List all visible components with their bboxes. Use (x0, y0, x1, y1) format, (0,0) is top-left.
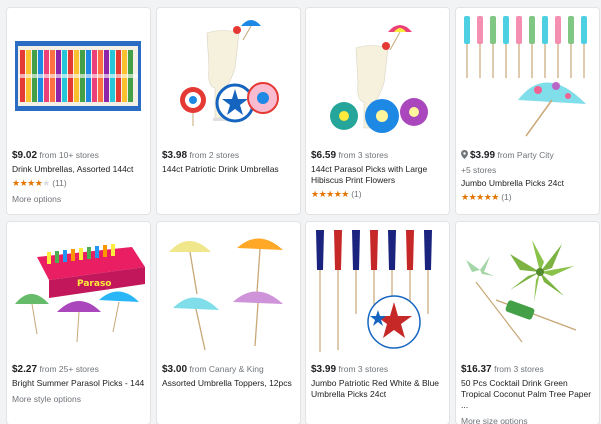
price: $6.59 (311, 150, 337, 161)
rating: ★★★★★ (11) (12, 177, 145, 189)
product-card[interactable]: $16.37 from 3 stores 50 Pcs Cocktail Dri… (456, 222, 599, 424)
product-image[interactable] (7, 8, 150, 143)
product-image[interactable] (306, 222, 449, 357)
rating: ★★★★★ (1) (311, 188, 444, 200)
price: $3.99 (311, 364, 337, 375)
product-card[interactable]: $6.59 from 3 stores 144ct Parasol Picks … (306, 8, 449, 214)
product-title[interactable]: Drink Umbrellas, Assorted 144ct (12, 164, 145, 175)
store-count[interactable]: +5 stores (461, 164, 594, 176)
store-count: from 25+ stores (39, 364, 99, 374)
product-card[interactable]: Paraso $2.27 from 25+ stores Bright Summ… (7, 222, 150, 424)
product-card[interactable]: $3.00 from Canary & King Assorted Umbrel… (157, 222, 300, 424)
location-pin-icon (461, 150, 468, 159)
price: $3.99 (470, 150, 496, 161)
product-title[interactable]: Jumbo Patriotic Red White & Blue Umbrell… (311, 378, 444, 400)
product-title[interactable]: 144ct Parasol Picks with Large Hibiscus … (311, 164, 444, 186)
product-title[interactable]: 50 Pcs Cocktail Drink Green Tropical Coc… (461, 378, 594, 411)
rating: ★★★★★ (1) (461, 191, 594, 203)
rating-count: (1) (501, 192, 512, 202)
more-options-link[interactable]: More style options (12, 393, 145, 405)
product-image[interactable] (157, 222, 300, 357)
product-title[interactable]: Jumbo Umbrella Picks 24ct (461, 178, 594, 189)
more-options-link[interactable]: More options (12, 193, 145, 205)
price: $3.00 (162, 364, 188, 375)
star-rating-icon: ★★★★★ (461, 192, 499, 202)
product-card[interactable]: $3.99 from Party City +5 stores Jumbo Um… (456, 8, 599, 214)
star-rating-icon: ★★★★★ (12, 178, 50, 188)
rating-count: (1) (351, 189, 362, 199)
product-image[interactable] (456, 8, 599, 143)
store-count: from 3 stores (494, 364, 544, 374)
product-title[interactable]: Bright Summer Parasol Picks - 144 (12, 378, 145, 389)
product-title[interactable]: 144ct Patriotic Drink Umbrellas (162, 164, 295, 175)
price: $16.37 (461, 364, 492, 375)
store-count: from 2 stores (189, 150, 240, 160)
product-image[interactable] (157, 8, 300, 143)
store-name: from Canary & King (189, 364, 264, 374)
store-count: from 3 stores (338, 150, 389, 160)
product-card[interactable]: $9.02 from 10+ stores Drink Umbrellas, A… (7, 8, 150, 214)
store-count: from 10+ stores (39, 150, 99, 160)
product-card[interactable]: $3.98 from 2 stores 144ct Patriotic Drin… (157, 8, 300, 214)
price: $2.27 (12, 364, 38, 375)
svg-text:Paraso: Paraso (77, 279, 111, 289)
product-title[interactable]: Assorted Umbrella Toppers, 12pcs (162, 378, 295, 389)
store-name: from Party City (497, 150, 554, 160)
star-rating-icon: ★★★★★ (311, 189, 349, 199)
product-grid: $9.02 from 10+ stores Drink Umbrellas, A… (0, 0, 601, 424)
product-image[interactable]: Paraso (7, 222, 150, 357)
price: $9.02 (12, 150, 38, 161)
store-count: from 3 stores (338, 364, 389, 374)
product-image[interactable] (306, 8, 449, 143)
product-card[interactable]: $3.99 from 3 stores Jumbo Patriotic Red … (306, 222, 449, 424)
more-options-link[interactable]: More size options (461, 415, 594, 424)
price: $3.98 (162, 150, 188, 161)
product-image[interactable] (456, 222, 599, 357)
rating-count: (11) (52, 178, 67, 188)
